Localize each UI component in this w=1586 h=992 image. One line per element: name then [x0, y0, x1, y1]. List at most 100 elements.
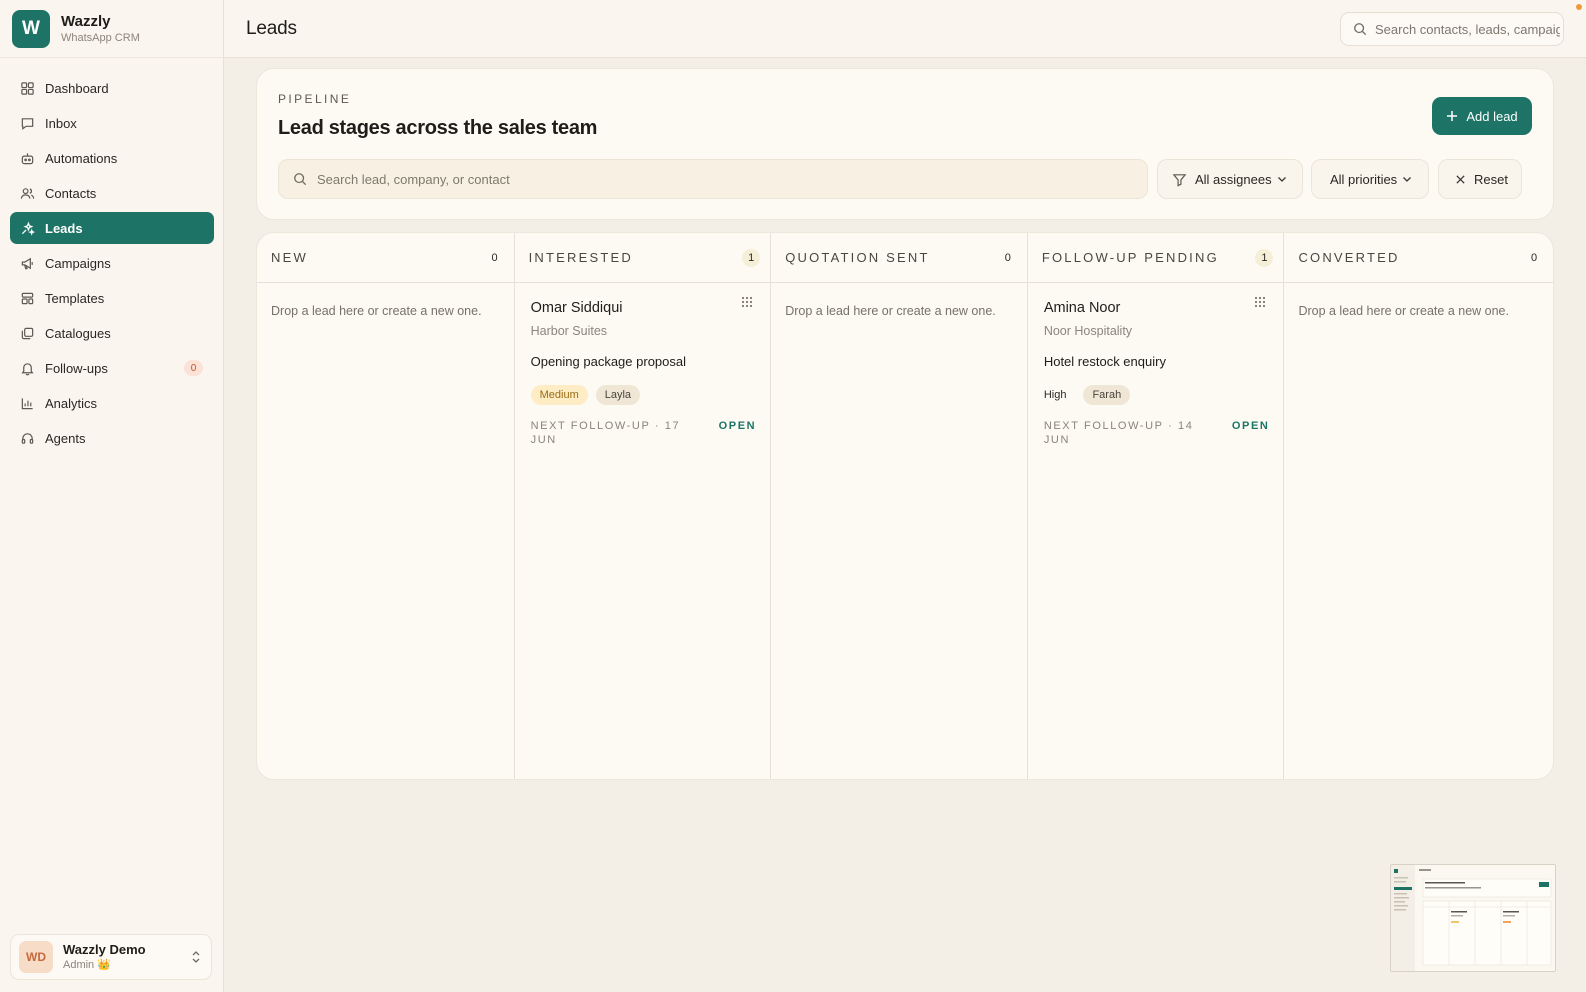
- sidebar-item-leads[interactable]: Leads: [10, 212, 214, 244]
- column-empty-state: Drop a lead here or create a new one.: [271, 304, 482, 318]
- column-title: FOLLOW-UP PENDING: [1041, 250, 1219, 265]
- column-follow-up-pending[interactable]: FOLLOW-UP PENDING 1 Amina Noor Noor Hosp…: [1027, 233, 1285, 779]
- column-header: CONVERTED 0: [1284, 233, 1553, 283]
- chevron-up-down-icon: [189, 949, 203, 965]
- follow-ups-count-badge: 0: [184, 360, 203, 376]
- column-new[interactable]: NEW 0 Drop a lead here or create a new o…: [257, 233, 515, 779]
- lead-company: Harbor Suites: [530, 324, 608, 338]
- priority-filter-dropdown[interactable]: All priorities: [1311, 159, 1429, 199]
- megaphone-icon: [20, 256, 35, 271]
- column-title: CONVERTED: [1298, 250, 1400, 265]
- lead-deal-title: Hotel restock enquiry: [1043, 354, 1166, 369]
- sidebar-item-label: Campaigns: [45, 255, 111, 271]
- lead-card[interactable]: Omar Siddiqui Harbor Suites Opening pack…: [530, 296, 757, 446]
- sidebar-item-catalogues[interactable]: Catalogues: [10, 317, 214, 349]
- chevron-down-icon: [1276, 173, 1288, 185]
- lead-search-input[interactable]: [317, 171, 1117, 187]
- headset-icon: [20, 431, 35, 446]
- sidebar-item-analytics[interactable]: Analytics: [10, 387, 214, 419]
- column-header: QUOTATION SENT 0: [771, 233, 1027, 283]
- lead-card[interactable]: Amina Noor Noor Hospitality Hotel restoc…: [1043, 296, 1270, 446]
- brand-name: Wazzly: [61, 12, 111, 30]
- sidebar-item-label: Inbox: [45, 115, 77, 131]
- reset-filters-button[interactable]: Reset: [1438, 159, 1522, 199]
- sidebar-item-label: Follow-ups: [45, 360, 108, 376]
- brand-subtitle: WhatsApp CRM: [61, 31, 140, 44]
- close-icon: [1455, 174, 1466, 185]
- sidebar-item-campaigns[interactable]: Campaigns: [10, 247, 214, 279]
- sidebar-nav: Dashboard Inbox Automations Contacts Lea…: [10, 72, 214, 457]
- column-count-badge: 0: [1004, 252, 1011, 264]
- column-header: NEW 0: [257, 233, 514, 283]
- priority-badge: Medium: [530, 385, 588, 405]
- lead-company: Noor Hospitality: [1043, 324, 1133, 338]
- column-empty-state: Drop a lead here or create a new one.: [785, 304, 996, 318]
- screen-preview-thumbnail[interactable]: [1390, 864, 1556, 972]
- column-title: INTERESTED: [528, 250, 633, 265]
- brand-logo: W: [12, 9, 50, 48]
- next-followup-date: NEXT FOLLOW-UP · 14 JUN: [1043, 420, 1194, 446]
- avatar: WD: [19, 941, 53, 973]
- sidebar-item-contacts[interactable]: Contacts: [10, 177, 214, 209]
- priority-badge: High: [1043, 389, 1067, 401]
- sparkle-icon: [20, 221, 35, 236]
- sidebar-item-automations[interactable]: Automations: [10, 142, 214, 174]
- column-quotation-sent[interactable]: QUOTATION SENT 0 Drop a lead here or cre…: [771, 233, 1028, 779]
- users-icon: [20, 186, 35, 201]
- user-name: Wazzly Demo: [63, 942, 146, 957]
- sidebar: W Wazzly WhatsApp CRM Dashboard Inbox Au…: [0, 0, 224, 992]
- drag-handle-icon[interactable]: [1253, 295, 1267, 309]
- column-empty-state: Drop a lead here or create a new one.: [1298, 304, 1509, 318]
- search-icon: [293, 172, 307, 186]
- sidebar-item-label: Dashboard: [45, 80, 109, 96]
- sidebar-item-label: Agents: [45, 430, 86, 446]
- column-interested[interactable]: INTERESTED 1 Omar Siddiqui Harbor Suites…: [514, 233, 772, 779]
- filter-icon: [1172, 172, 1187, 187]
- reset-label: Reset: [1474, 171, 1508, 187]
- assignee-filter-dropdown[interactable]: All assignees: [1157, 159, 1303, 199]
- sidebar-item-follow-ups[interactable]: Follow-ups 0: [10, 352, 214, 384]
- column-header: FOLLOW-UP PENDING 1: [1027, 233, 1284, 283]
- column-converted[interactable]: CONVERTED 0 Drop a lead here or create a…: [1284, 233, 1553, 779]
- plus-icon: [1446, 110, 1458, 122]
- sidebar-item-templates[interactable]: Templates: [10, 282, 214, 314]
- layout-icon: [20, 291, 35, 306]
- column-count-badge: 1: [742, 249, 761, 267]
- sidebar-item-label: Templates: [45, 290, 105, 306]
- page-title: Leads: [246, 18, 297, 39]
- add-lead-button[interactable]: Add lead: [1432, 97, 1532, 135]
- sidebar-item-agents[interactable]: Agents: [10, 422, 214, 454]
- sidebar-item-label: Leads: [45, 220, 83, 236]
- grid-icon: [20, 81, 35, 96]
- lead-status: OPEN: [1231, 420, 1270, 432]
- assignee-badge: Farah: [1083, 385, 1131, 405]
- sidebar-item-inbox[interactable]: Inbox: [10, 107, 214, 139]
- global-search[interactable]: [1340, 12, 1564, 46]
- user-role: Admin 👑: [63, 959, 111, 971]
- brand[interactable]: W Wazzly WhatsApp CRM: [0, 0, 223, 58]
- assignee-badge: Layla: [595, 385, 641, 405]
- search-icon: [1353, 22, 1367, 36]
- pipeline-eyebrow: PIPELINE: [278, 92, 352, 106]
- lead-name: Omar Siddiqui: [530, 300, 623, 316]
- notification-dot: [1576, 4, 1582, 10]
- priority-filter-value: All priorities: [1330, 171, 1398, 187]
- lead-name: Amina Noor: [1043, 300, 1121, 316]
- user-account-switcher[interactable]: WD Wazzly Demo Admin 👑: [10, 934, 212, 980]
- column-header: INTERESTED 1: [514, 233, 771, 283]
- column-count-badge: 1: [1255, 249, 1274, 267]
- stack-icon: [20, 326, 35, 341]
- lead-search[interactable]: [278, 159, 1148, 199]
- assignee-filter-value: All assignees: [1195, 171, 1272, 187]
- lead-status: OPEN: [718, 420, 757, 432]
- sidebar-item-label: Contacts: [45, 185, 97, 201]
- bar-chart-icon: [20, 396, 35, 411]
- message-icon: [20, 116, 35, 131]
- global-search-input[interactable]: [1375, 21, 1560, 37]
- sidebar-item-dashboard[interactable]: Dashboard: [10, 72, 214, 104]
- drag-handle-icon[interactable]: [740, 295, 754, 309]
- pipeline-header: PIPELINE Lead stages across the sales te…: [256, 68, 1554, 220]
- top-bar: Leads: [224, 0, 1586, 58]
- lead-deal-title: Opening package proposal: [530, 354, 686, 369]
- next-followup-date: NEXT FOLLOW-UP · 17 JUN: [530, 420, 681, 446]
